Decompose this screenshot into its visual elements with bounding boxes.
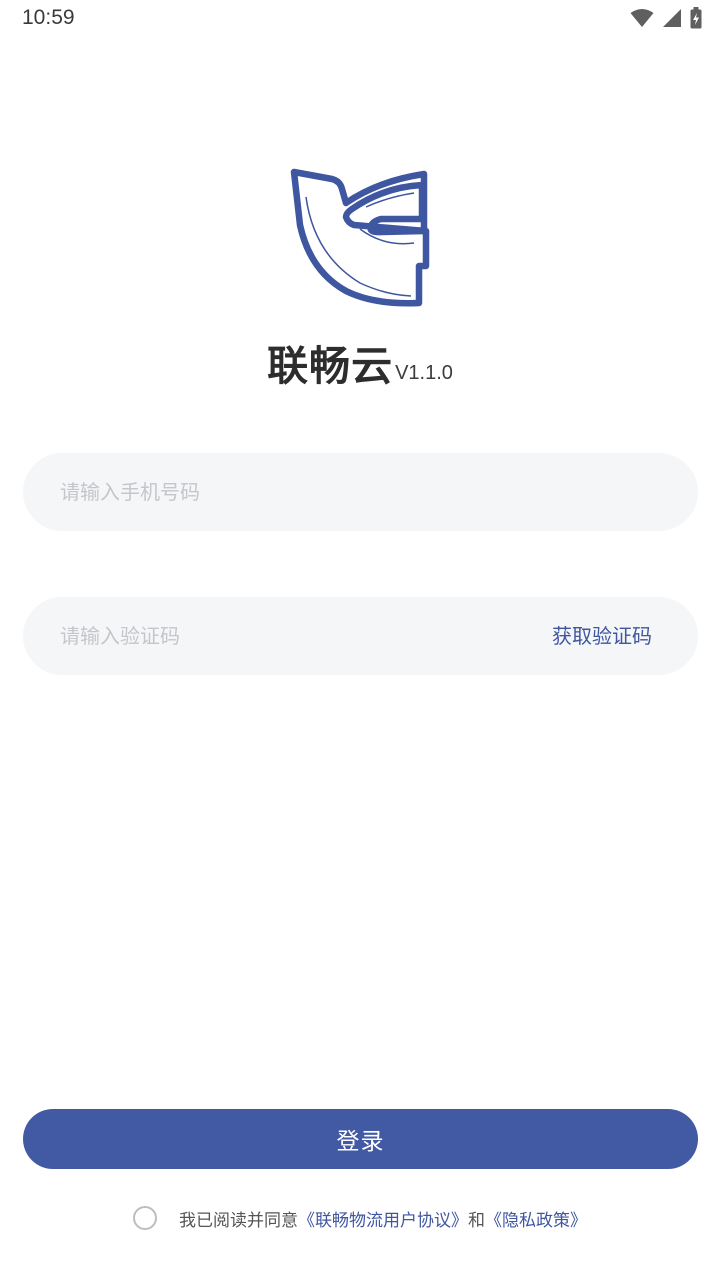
- agree-checkbox[interactable]: [133, 1206, 157, 1230]
- app-name: 联畅云: [267, 342, 394, 390]
- login-screen: 10:59 联畅云 V1.1.0 请输入手机号码 请输入验证码 获取验证码 登录…: [0, 0, 720, 1280]
- status-icons: [630, 7, 702, 29]
- battery-charging-icon: [690, 7, 702, 29]
- lianchang-logo-icon: [288, 165, 434, 311]
- phone-input[interactable]: [60, 453, 660, 531]
- agreement-prefix: 我已阅读并同意: [179, 1210, 298, 1231]
- user-agreement-link[interactable]: 《联畅物流用户协议》: [298, 1206, 468, 1231]
- get-code-button[interactable]: 获取验证码: [552, 597, 652, 675]
- status-time: 10:59: [22, 6, 75, 29]
- privacy-policy-link[interactable]: 《隐私政策》: [485, 1206, 587, 1231]
- code-field: 获取验证码: [23, 597, 698, 675]
- phone-field: [23, 453, 698, 531]
- agreement-conjunction: 和: [468, 1210, 485, 1231]
- verification-code-input[interactable]: [60, 597, 520, 675]
- signal-icon: [662, 8, 682, 28]
- wifi-icon: [630, 8, 654, 28]
- status-bar: 10:59: [0, 0, 720, 36]
- login-button[interactable]: 登录: [23, 1109, 698, 1169]
- app-title-row: 联畅云 V1.1.0: [0, 346, 720, 387]
- agreement-row: 我已阅读并同意 《联畅物流用户协议》 和 《隐私政策》: [0, 1204, 720, 1232]
- app-version: V1.1.0: [395, 362, 453, 384]
